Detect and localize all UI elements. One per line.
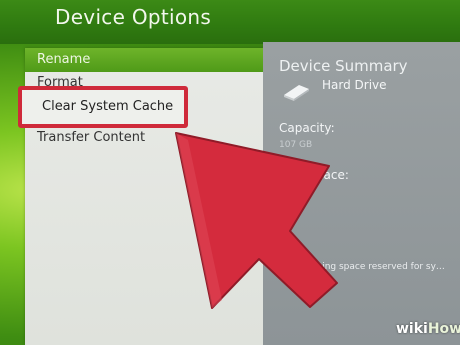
menu-item-clear-system-cache[interactable]: Clear System Cache [18, 86, 188, 128]
drive-name: Hard Drive [322, 78, 387, 92]
capacity-value: 107 GB [279, 140, 313, 150]
hard-drive-icon [284, 85, 309, 101]
wikihow-watermark: wikiHow [396, 321, 460, 337]
reserved-space-note: …ining space reserved for sy… [305, 262, 445, 272]
free-space-label: Free Space: [279, 168, 349, 182]
watermark-how: How [427, 321, 460, 337]
header-bar: Device Options [0, 0, 460, 44]
summary-title: Device Summary [279, 57, 408, 75]
watermark-wiki: wiki [396, 321, 428, 337]
capacity-label: Capacity: [279, 121, 335, 135]
device-summary-panel: Device Summary Hard Drive Capacity: 107 … [263, 42, 460, 345]
menu-item-transfer-content[interactable]: Transfer Content [25, 126, 263, 150]
menu-item-rename[interactable]: Rename [25, 48, 263, 72]
page-title: Device Options [55, 5, 212, 29]
free-space-value: 82 GB [279, 187, 307, 197]
clear-system-cache-label: Clear System Cache [42, 99, 174, 114]
